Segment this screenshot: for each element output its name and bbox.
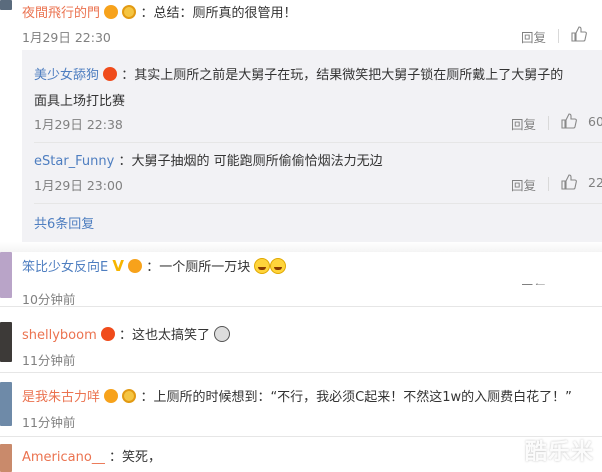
comment-header: 夜間飛行的門 ：总结：厕所真的很管用！ bbox=[22, 2, 296, 21]
medal-icon bbox=[122, 5, 137, 19]
divider bbox=[548, 116, 549, 130]
reply-text: ：其实上厕所之前是大舅子在玩，结果微笑把大舅子锁在厕所戴上了大舅子的 bbox=[121, 68, 564, 83]
reply-header: 美少女舔狗 ：其实上厕所之前是大舅子在玩，结果微笑把大舅子锁在厕所戴上了大舅子的 bbox=[34, 64, 563, 83]
comment-text: ：总结：厕所真的很管用！ bbox=[140, 6, 297, 21]
comment-header: shellyboom ：这也太搞笑了 bbox=[22, 324, 231, 343]
username-link[interactable]: shellyboom bbox=[22, 328, 97, 343]
more-replies-link[interactable]: 共6条回复 bbox=[34, 213, 94, 232]
divider bbox=[558, 29, 559, 43]
watermark-logo: 酷乐米 bbox=[524, 440, 594, 465]
timestamp: 11分钟前 bbox=[22, 353, 76, 368]
avatar[interactable] bbox=[0, 252, 12, 298]
like-count: 60 bbox=[588, 114, 602, 129]
timestamp: 11分钟前 bbox=[22, 415, 76, 430]
vip-badge-icon bbox=[104, 5, 119, 19]
reply-button[interactable]: 回复 bbox=[511, 114, 536, 133]
reply-text: ：大舅子抽烟的 可能跑厕所偷偷恰烟法力无边 bbox=[118, 154, 383, 169]
fire-badge-icon bbox=[103, 67, 118, 81]
divider bbox=[34, 203, 602, 204]
medal-icon bbox=[122, 389, 137, 403]
vip-badge-icon bbox=[104, 389, 119, 403]
divider bbox=[0, 242, 602, 252]
laugh-emoji-icon bbox=[270, 258, 287, 274]
reply-button[interactable]: 回复 bbox=[521, 279, 546, 285]
comment-text: ：一个厕所一万块 bbox=[146, 260, 251, 275]
comment-text: ：上厕所的时候想到：“不行，我必须C起来！不然这1w的入厕费白花了！” bbox=[140, 390, 572, 405]
divider bbox=[548, 177, 549, 191]
timestamp: 1月29日 22:30 bbox=[22, 30, 111, 45]
comment-header: Americano__ ：笑死， bbox=[22, 446, 161, 465]
thumb-up-icon[interactable] bbox=[571, 26, 587, 42]
reply-button[interactable]: 回复 bbox=[511, 175, 536, 194]
avatar[interactable] bbox=[0, 322, 12, 362]
divider bbox=[0, 372, 602, 373]
fire-badge-icon bbox=[100, 327, 115, 341]
divider bbox=[0, 436, 602, 437]
avatar[interactable] bbox=[0, 382, 12, 426]
thumb-up-icon[interactable] bbox=[561, 113, 577, 129]
laugh-emoji-icon bbox=[254, 258, 271, 274]
username-link[interactable]: Americano__ bbox=[22, 450, 105, 465]
comment-header: 是我朱古力咩 ：上厕所的时候想到：“不行，我必须C起来！不然这1w的入厕费白花了… bbox=[22, 386, 572, 405]
reply-header: eStar_Funny ：大舅子抽烟的 可能跑厕所偷偷恰烟法力无边 bbox=[34, 150, 383, 169]
reply-text-continued: 面具上场打比赛 bbox=[34, 94, 126, 109]
like-count: 22 bbox=[588, 175, 602, 190]
comment-text: ：笑死， bbox=[108, 450, 161, 465]
divider bbox=[0, 306, 602, 307]
timestamp: 1月29日 23:00 bbox=[34, 178, 123, 193]
v-verified-icon: V bbox=[112, 257, 124, 275]
username-link[interactable]: eStar_Funny bbox=[34, 154, 114, 169]
username-link[interactable]: 夜間飛行的門 bbox=[22, 6, 100, 21]
comment-header: 笨比少女反向E V ：一个厕所一万块 bbox=[22, 256, 287, 275]
username-link[interactable]: 笨比少女反向E bbox=[22, 260, 108, 275]
timestamp: 1月29日 22:38 bbox=[34, 117, 123, 132]
dog-emoji-icon bbox=[214, 326, 231, 342]
thumb-up-icon[interactable] bbox=[561, 174, 577, 190]
username-link[interactable]: 美少女舔狗 bbox=[34, 68, 99, 83]
avatar[interactable] bbox=[0, 0, 12, 10]
username-link[interactable]: 是我朱古力咩 bbox=[22, 390, 100, 405]
avatar[interactable] bbox=[0, 444, 12, 472]
divider bbox=[34, 142, 602, 143]
comment-text: ：这也太搞笑了 bbox=[119, 328, 211, 343]
vip-badge-icon bbox=[128, 259, 143, 273]
reply-button[interactable]: 回复 bbox=[521, 27, 546, 46]
